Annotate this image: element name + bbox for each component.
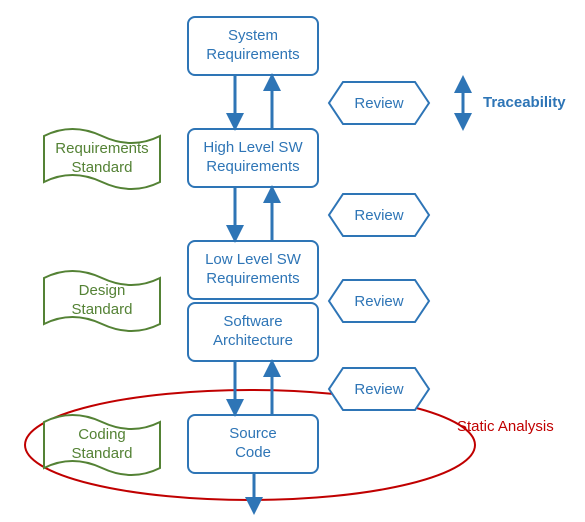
process-system-requirements: System Requirements	[187, 16, 319, 76]
review-label: Review	[354, 207, 403, 224]
arrow-down-icon	[225, 362, 245, 414]
process-label: Software Architecture	[213, 313, 293, 351]
review-hex-4: Review	[329, 368, 429, 410]
process-label: High Level SW Requirements	[203, 139, 302, 177]
standard-design: Design Standard	[42, 268, 162, 334]
process-label: Low Level SW Requirements	[205, 251, 301, 289]
process-label: Source Code	[229, 425, 277, 463]
review-label: Review	[354, 293, 403, 310]
traceability-double-arrow-icon	[452, 78, 474, 128]
process-software-architecture: Software Architecture	[187, 302, 319, 362]
traceability-label: Traceability	[483, 94, 566, 111]
arrow-up-icon	[262, 76, 282, 128]
process-low-level-sw-requirements: Low Level SW Requirements	[187, 240, 319, 300]
review-hex-2: Review	[329, 194, 429, 236]
standard-coding: Coding Standard	[42, 412, 162, 478]
arrow-up-icon	[262, 362, 282, 414]
process-high-level-sw-requirements: High Level SW Requirements	[187, 128, 319, 188]
review-label: Review	[354, 95, 403, 112]
standard-label: Design Standard	[72, 282, 133, 320]
arrow-down-icon	[244, 474, 264, 514]
review-hex-1: Review	[329, 82, 429, 124]
arrow-up-icon	[262, 188, 282, 240]
review-hex-3: Review	[329, 280, 429, 322]
static-analysis-label: Static Analysis	[457, 418, 554, 435]
arrow-down-icon	[225, 76, 245, 128]
process-source-code: Source Code	[187, 414, 319, 474]
standard-label: Requirements Standard	[55, 140, 148, 178]
arrow-down-icon	[225, 188, 245, 240]
review-label: Review	[354, 381, 403, 398]
standard-requirements: Requirements Standard	[42, 126, 162, 192]
process-label: System Requirements	[206, 27, 299, 65]
standard-label: Coding Standard	[72, 426, 133, 464]
